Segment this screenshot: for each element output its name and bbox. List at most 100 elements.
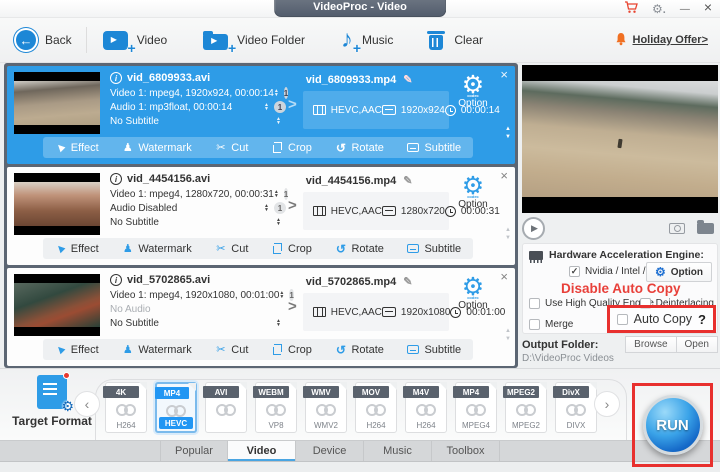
duration-icon <box>444 205 456 217</box>
reorder-arrows[interactable] <box>505 328 511 342</box>
cut-button[interactable]: Cut <box>215 142 248 154</box>
format-card-mov-h264[interactable]: MOV H264 <box>353 382 397 433</box>
subtitle-button[interactable]: Subtitle <box>407 243 461 255</box>
info-icon[interactable] <box>110 72 122 84</box>
video-list-item-1[interactable]: vid_6809933.avi Video 1: mpeg4, 1920x924… <box>7 66 515 164</box>
crop-button[interactable]: Crop <box>272 344 312 356</box>
output-codec: HEVC,AAC <box>330 306 382 318</box>
video-track-stepper[interactable] <box>274 190 279 198</box>
crop-icon <box>272 344 283 355</box>
codec-option-button[interactable]: codec Option <box>451 173 495 210</box>
video-track-stepper[interactable] <box>279 291 284 299</box>
open-button[interactable]: Open <box>676 336 718 353</box>
codec-option-button[interactable]: codec Option <box>451 72 495 109</box>
minimize-icon[interactable] <box>680 3 690 15</box>
holiday-offer-link[interactable]: Holiday Offer> <box>615 32 708 49</box>
tab-toolbox[interactable]: Toolbox <box>432 441 500 461</box>
clear-button[interactable]: Clear <box>427 30 483 50</box>
watermark-button[interactable]: Watermark <box>122 142 191 154</box>
rename-icon[interactable] <box>403 73 412 86</box>
subtitle-stepper[interactable] <box>276 117 281 125</box>
video-preview <box>522 65 718 213</box>
format-card-mp4-hevc[interactable]: MP4 HEVC <box>155 382 197 433</box>
format-card-avi[interactable]: AVI <box>203 382 247 433</box>
format-codec: H264 <box>366 421 386 430</box>
rename-icon[interactable] <box>403 174 412 187</box>
subtitle-stepper[interactable] <box>276 218 281 226</box>
tab-music[interactable]: Music <box>364 441 432 461</box>
tab-popular[interactable]: Popular <box>160 441 228 461</box>
main-toolbar: Back Video Video Folder Music Clear Holi… <box>0 18 720 63</box>
scroll-left-button[interactable] <box>74 391 100 417</box>
watermark-button[interactable]: Watermark <box>122 344 191 356</box>
remove-item-icon[interactable] <box>500 67 508 82</box>
add-folder-icon <box>203 31 236 56</box>
snapshot-camera-icon[interactable] <box>669 222 685 234</box>
remove-item-icon[interactable] <box>500 168 508 183</box>
info-icon[interactable] <box>110 274 122 286</box>
format-card-4k-h264[interactable]: 4K H264 <box>103 382 147 433</box>
high-quality-checkbox[interactable] <box>529 298 540 309</box>
reorder-arrows[interactable] <box>505 227 511 241</box>
subtitle-icon <box>407 345 420 354</box>
format-card-mpeg2[interactable]: MPEG2 MPEG2 <box>503 382 547 433</box>
tab-video[interactable]: Video <box>228 441 296 461</box>
video-track-info: Video 1: mpeg4, 1280x720, 00:00:31 <box>110 188 274 200</box>
video-track-stepper[interactable] <box>274 89 279 97</box>
browse-button[interactable]: Browse <box>625 336 677 353</box>
info-icon[interactable] <box>110 173 122 185</box>
video-list-item-3[interactable]: vid_5702865.avi Video 1: mpeg4, 1920x108… <box>7 268 515 366</box>
play-button[interactable] <box>522 216 545 240</box>
auto-copy-checkbox[interactable] <box>616 313 628 325</box>
remove-item-icon[interactable] <box>500 269 508 284</box>
audio-track-stepper[interactable] <box>264 204 269 212</box>
rename-icon[interactable] <box>403 275 412 288</box>
settings-gear-icon[interactable] <box>652 2 666 16</box>
codec-gear-icon: codec <box>462 173 484 199</box>
subtitle-button[interactable]: Subtitle <box>407 344 461 356</box>
effect-button[interactable]: Effect <box>55 344 99 356</box>
open-folder-icon[interactable] <box>697 219 714 234</box>
video-list-item-2[interactable]: vid_4454156.avi Video 1: mpeg4, 1280x720… <box>7 167 515 265</box>
nvidia-checkbox[interactable] <box>569 266 580 277</box>
help-icon[interactable]: ? <box>698 312 706 327</box>
hw-panel-title: Hardware Acceleration Engine: <box>549 249 704 261</box>
rotate-button[interactable]: Rotate <box>335 142 383 154</box>
run-button[interactable]: RUN <box>642 395 703 455</box>
codec-option-button[interactable]: codec Option <box>451 274 495 311</box>
rotate-label: Rotate <box>351 242 384 255</box>
cut-button[interactable]: Cut <box>215 344 248 356</box>
add-video-folder-button[interactable]: Video Folder <box>203 30 305 56</box>
crop-button[interactable]: Crop <box>272 142 312 154</box>
add-video-button[interactable]: Video <box>102 30 167 56</box>
format-card-wmv-wmv2[interactable]: WMV WMV2 <box>303 382 347 433</box>
reorder-arrows[interactable] <box>505 126 511 140</box>
subtitle-button[interactable]: Subtitle <box>407 142 461 154</box>
close-icon[interactable] <box>704 2 712 15</box>
cut-button[interactable]: Cut <box>215 243 248 255</box>
crop-button[interactable]: Crop <box>272 243 312 255</box>
format-card-webm-vp8[interactable]: WEBM VP8 <box>253 382 297 433</box>
subtitle-stepper[interactable] <box>276 319 281 327</box>
format-card-divx[interactable]: DivX DIVX <box>553 382 597 433</box>
format-card-mp4-mpeg4[interactable]: MP4 MPEG4 <box>453 382 497 433</box>
crop-icon <box>272 142 283 153</box>
rotate-button[interactable]: Rotate <box>335 344 383 356</box>
cart-icon[interactable] <box>624 0 638 17</box>
hw-option-button[interactable]: Option <box>646 262 712 282</box>
merge-checkbox[interactable] <box>529 319 540 330</box>
scroll-right-button[interactable] <box>594 391 620 417</box>
duration-icon <box>450 306 462 318</box>
duration-icon <box>444 104 456 116</box>
watermark-icon <box>122 142 133 153</box>
format-card-m4v-h264[interactable]: M4V H264 <box>403 382 447 433</box>
effect-button[interactable]: Effect <box>55 142 99 154</box>
effect-button[interactable]: Effect <box>55 243 99 255</box>
rotate-button[interactable]: Rotate <box>335 243 383 255</box>
watermark-button[interactable]: Watermark <box>122 243 191 255</box>
codec-icon <box>312 105 326 115</box>
add-music-button[interactable]: Music <box>341 30 394 56</box>
tab-device[interactable]: Device <box>296 441 364 461</box>
back-button[interactable]: Back <box>14 28 72 52</box>
audio-track-stepper[interactable] <box>264 103 269 111</box>
